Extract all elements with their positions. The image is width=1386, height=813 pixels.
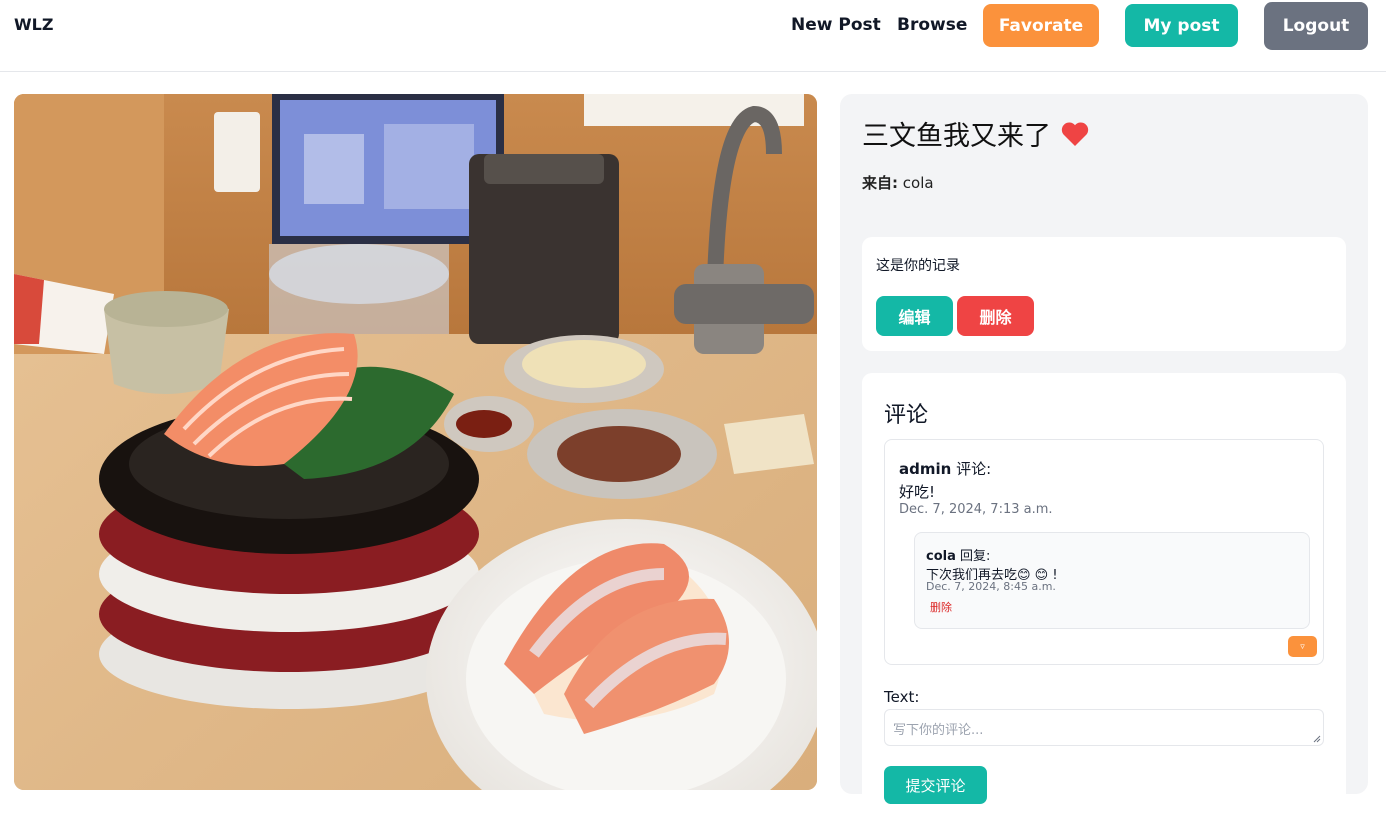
comment-text-label: Text: (884, 688, 920, 706)
owner-actions-card: 这是你的记录 编辑 删除 (862, 237, 1346, 351)
edit-button[interactable]: 编辑 (876, 296, 953, 336)
post-title: 三文鱼我又来了 (862, 121, 1051, 152)
sushi-photo (14, 94, 817, 790)
comment-placeholder: 写下你的评论... (893, 723, 984, 738)
reply-date: Dec. 7, 2024, 8:45 a.m. (926, 580, 1056, 593)
comment-text: 好吃! (899, 483, 936, 501)
favorite-button[interactable]: Favorate (983, 4, 1099, 47)
comment-date: Dec. 7, 2024, 7:13 a.m. (899, 502, 1053, 517)
browse-link[interactable]: Browse (897, 15, 967, 35)
owner-notice: 这是你的记录 (876, 258, 960, 274)
heart-icon[interactable] (1061, 121, 1089, 147)
post-detail-panel: 三文鱼我又来了 来自: cola 这是你的记录 编辑 删除 评论 admin 评… (840, 94, 1368, 813)
reply-author: cola (926, 549, 956, 564)
post-title-row: 三文鱼我又来了 (862, 114, 1089, 153)
logout-button[interactable]: Logout (1264, 2, 1368, 50)
my-post-button[interactable]: My post (1125, 4, 1238, 47)
post-author-line: 来自: cola (862, 172, 934, 193)
comment-author-line: admin 评论: (899, 458, 991, 479)
reply-author-line: cola 回复: (926, 545, 990, 564)
delete-button[interactable]: 删除 (957, 296, 1034, 336)
comment-verb: 评论: (956, 460, 992, 478)
post-image (14, 94, 817, 790)
new-post-link[interactable]: New Post (791, 15, 881, 35)
reply-toggle-button[interactable]: ▿ (1288, 636, 1317, 657)
reply-verb: 回复: (960, 549, 991, 564)
resize-grip-icon[interactable] (1313, 735, 1321, 743)
comments-heading: 评论 (884, 403, 929, 428)
post-author: cola (902, 174, 934, 192)
comment-author: admin (899, 460, 952, 478)
top-navbar: WLZ New Post Browse Favorate My post Log… (0, 0, 1386, 72)
comment-textarea[interactable]: 写下你的评论... (884, 709, 1324, 746)
submit-comment-button[interactable]: 提交评论 (884, 766, 987, 804)
reply-item: cola 回复: 下次我们再去吃😊 😊 ! Dec. 7, 2024, 8:45… (914, 532, 1310, 629)
comment-item: admin 评论: 好吃! Dec. 7, 2024, 7:13 a.m. co… (884, 439, 1324, 665)
chevron-down-icon: ▿ (1300, 641, 1305, 652)
brand-logo[interactable]: WLZ (14, 15, 53, 34)
comments-card: 评论 admin 评论: 好吃! Dec. 7, 2024, 7:13 a.m.… (862, 373, 1346, 813)
from-label: 来自: (862, 174, 898, 192)
reply-delete-link[interactable]: 删除 (930, 599, 952, 615)
